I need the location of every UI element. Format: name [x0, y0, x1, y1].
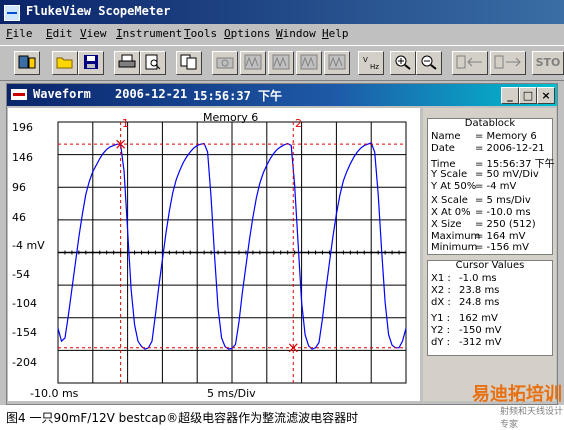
- menu-tools[interactable]: Tools: [184, 27, 217, 40]
- menu-instrument[interactable]: Instrument: [116, 27, 182, 40]
- maximize-button[interactable]: □: [519, 87, 537, 104]
- y-tick-label: 46: [12, 211, 26, 224]
- app-title: FlukeView ScopeMeter: [26, 4, 171, 18]
- camera-icon: [216, 57, 234, 69]
- waveform-window: Waveform 2006-12-21 15:56:37 下午 _ □ × Me…: [6, 83, 558, 405]
- y-tick-label: 146: [12, 151, 33, 164]
- app-titlebar: FlukeView ScopeMeter: [0, 0, 564, 24]
- watermark-subtitle: 射频和天线设计专家: [500, 407, 564, 430]
- datablock-row: Name = Memory 6: [431, 131, 537, 142]
- print-preview-button[interactable]: [140, 51, 166, 75]
- y-tick-label: -204: [12, 356, 37, 369]
- svg-text:V: V: [363, 56, 368, 64]
- waveform-window-title: Waveform: [33, 87, 91, 101]
- instrument-icon: [18, 55, 36, 69]
- datablock-row: X At 0% = -10.0 ms: [431, 207, 531, 218]
- print-button[interactable]: [114, 51, 140, 75]
- right-arrow-button[interactable]: [490, 51, 526, 75]
- cursor-value-row: X1 : -1.0 ms: [431, 273, 497, 284]
- y-tick-label: 196: [12, 121, 33, 134]
- menu-view[interactable]: View: [80, 27, 107, 40]
- chart-title: Memory 6: [203, 111, 259, 124]
- datablock-row: X Size = 250 (512): [431, 219, 536, 230]
- cursor-value-row: Y1 :162 mV: [431, 313, 498, 324]
- datablock-panel: Datablock Name = Memory 6 Date = 2006-12-2…: [427, 118, 555, 255]
- y-tick-label: 96: [12, 181, 26, 194]
- datablock-row: Time = 15:56:37 下午: [431, 159, 555, 170]
- datablock-row: Maximum= 164 mV: [431, 231, 526, 242]
- menu-edit[interactable]: Edit: [46, 27, 73, 40]
- save-button[interactable]: [78, 51, 104, 75]
- x-axis-label: 5 ms/Div: [207, 387, 256, 400]
- datablock-title: Datablock: [464, 118, 516, 129]
- zoom-in-icon: [395, 55, 411, 70]
- print-icon: [118, 54, 136, 68]
- stop-button[interactable]: STO: [532, 51, 564, 75]
- cursor-values-title: Cursor Values: [455, 260, 525, 271]
- print-preview-icon: [145, 54, 161, 70]
- waveform-button-2[interactable]: [268, 51, 294, 75]
- waveform-button-4[interactable]: [324, 51, 350, 75]
- cursor-value-row: Y2 : -150 mV: [431, 325, 502, 336]
- waveform-button-1[interactable]: [240, 51, 266, 75]
- cursor-1-label: 1: [122, 117, 129, 130]
- waveform-icon: [328, 54, 346, 70]
- plot-area[interactable]: Memory 6 196 146 96 46 -4 mV -54 -104 -1…: [8, 108, 420, 401]
- menu-window[interactable]: Window: [276, 27, 316, 40]
- y-tick-label: -4 mV: [12, 239, 45, 252]
- datablock-row: Y At 50%= -4 mV: [431, 181, 517, 192]
- waveform-icon: [272, 54, 290, 70]
- open-button[interactable]: [52, 51, 78, 75]
- close-button[interactable]: ×: [537, 87, 555, 104]
- y-tick-label: -54: [12, 268, 30, 281]
- waveform-window-icon: [11, 89, 27, 100]
- y-tick-label: -154: [12, 326, 37, 339]
- y-tick-label: -104: [12, 297, 37, 310]
- zoom-out-button[interactable]: [416, 51, 442, 75]
- vhz-icon: VHz: [363, 56, 379, 70]
- waveform-date: 2006-12-21: [115, 87, 188, 101]
- instrument-button[interactable]: [14, 51, 40, 75]
- scope-app-icon: [4, 5, 20, 21]
- open-icon: [56, 57, 73, 69]
- menu-bar: File Edit View Instrument Tools Options …: [0, 25, 564, 43]
- zoom-in-button[interactable]: [390, 51, 416, 75]
- left-arrow-button[interactable]: [452, 51, 488, 75]
- x-start-label: -10.0 ms: [30, 387, 79, 400]
- zoom-out-icon: [421, 55, 437, 70]
- waveform-button-3[interactable]: [296, 51, 322, 75]
- svg-text:Hz: Hz: [370, 63, 379, 70]
- copy-button[interactable]: [176, 51, 202, 75]
- flukeview-app-window: FlukeView ScopeMeter File Edit View Inst…: [0, 0, 564, 405]
- menu-help[interactable]: Help: [322, 27, 349, 40]
- cursor-value-row: dY : -312 mV: [431, 337, 502, 348]
- datablock-row: Y Scale = 50 mV/Div: [431, 169, 539, 180]
- menu-file[interactable]: File: [6, 27, 33, 40]
- copy-icon: [180, 54, 197, 70]
- cursor-value-row: dX :24.8 ms: [431, 297, 500, 308]
- minimize-button[interactable]: _: [501, 87, 519, 104]
- datablock-row: Date = 2006-12-21: [431, 143, 545, 154]
- toolbar: V Hz STO: [0, 45, 564, 81]
- left-arrow-icon: [456, 55, 482, 69]
- cursor-2-label: 2: [295, 117, 302, 130]
- waveform-icon: [300, 54, 318, 70]
- menu-options[interactable]: Options: [224, 27, 270, 40]
- waveform-chart: [57, 121, 407, 384]
- camera-button[interactable]: [212, 51, 238, 75]
- cursor-value-row: X2 :23.8 ms: [431, 285, 500, 296]
- right-arrow-icon: [494, 55, 521, 69]
- cursor-values-panel: Cursor Values X1 : -1.0 ms X2 :23.8 ms dX…: [427, 260, 553, 356]
- watermark-logo: 易迪拓培训: [472, 384, 562, 405]
- side-panel: Datablock Name = Memory 6 Date = 2006-12-2…: [423, 108, 556, 401]
- waveform-time: 15:56:37 下午: [193, 89, 283, 103]
- datablock-row: X Scale = 5 ms/Div: [431, 195, 531, 206]
- waveform-titlebar: Waveform 2006-12-21 15:56:37 下午 _ □ ×: [7, 84, 557, 106]
- vhz-button[interactable]: V Hz: [358, 51, 384, 75]
- waveform-icon: [244, 54, 262, 70]
- save-icon: [84, 55, 98, 69]
- datablock-row: Minimum= -156 mV: [431, 242, 530, 253]
- figure-caption: 图4 一只90mF/12V bestcap®超级电容器作为整流滤波电容器时: [6, 411, 359, 425]
